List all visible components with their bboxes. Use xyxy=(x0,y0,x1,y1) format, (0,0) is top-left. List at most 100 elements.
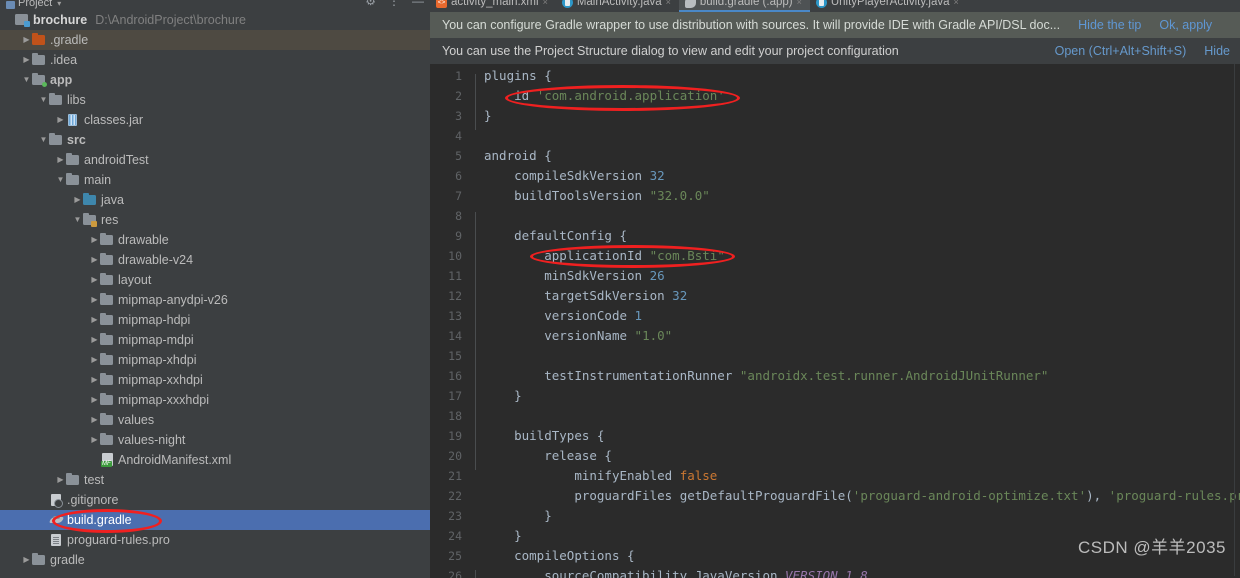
tree-item-gitignore[interactable]: .gitignore xyxy=(0,490,430,510)
chevron-right-icon[interactable]: ▶ xyxy=(55,470,66,490)
editor-area[interactable]: activity_main.xml×MainActivity.java×buil… xyxy=(430,0,1240,578)
tree-item-build-gradle[interactable]: build.gradle xyxy=(0,510,430,530)
chevron-down-icon[interactable]: ▼ xyxy=(21,70,32,90)
close-icon[interactable]: × xyxy=(797,0,802,8)
tree-item-layout[interactable]: ▶ layout xyxy=(0,270,430,290)
tree-item-values[interactable]: ▶ values xyxy=(0,410,430,430)
chevron-right-icon[interactable]: ▶ xyxy=(89,430,100,450)
code-line[interactable] xyxy=(482,406,1240,426)
code-line[interactable]: compileSdkVersion 32 xyxy=(482,166,1240,186)
chevron-right-icon[interactable]: ▶ xyxy=(89,230,100,250)
code-line[interactable]: buildToolsVersion "32.0.0" xyxy=(482,186,1240,206)
code-line[interactable]: buildTypes { xyxy=(482,426,1240,446)
tree-item-java[interactable]: ▶ java xyxy=(0,190,430,210)
code-line[interactable]: release { xyxy=(482,446,1240,466)
code-line[interactable]: minifyEnabled false xyxy=(482,466,1240,486)
tree-item-mipmap-hdpi[interactable]: ▶ mipmap-hdpi xyxy=(0,310,430,330)
hide-the-tip-link[interactable]: Hide the tip xyxy=(1078,18,1141,32)
chevron-right-icon[interactable]: ▶ xyxy=(89,250,100,270)
hide-icon[interactable]: — xyxy=(412,0,424,7)
code-editor[interactable]: 1 2 3 4 5 6 7 8 9 10 11 12 13 14 15 16 17 18 19 20 21 22 23 24 2… xyxy=(430,64,1240,578)
editor-tab-mainactivity-java[interactable]: MainActivity.java × xyxy=(556,0,679,12)
code-line[interactable]: defaultConfig { xyxy=(482,226,1240,246)
chevron-right-icon[interactable]: ▶ xyxy=(55,110,66,130)
chevron-down-icon[interactable]: ▼ xyxy=(72,210,83,230)
tree-item-androidmanifest-xml[interactable]: AndroidManifest.xml xyxy=(0,450,430,470)
chevron-right-icon[interactable]: ▶ xyxy=(21,30,32,50)
tree-item-mipmap-xxxhdpi[interactable]: ▶ mipmap-xxxhdpi xyxy=(0,390,430,410)
code-line[interactable]: proguardFiles getDefaultProguardFile('pr… xyxy=(482,486,1240,506)
code-line[interactable] xyxy=(482,126,1240,146)
tree-root-brochure[interactable]: brochure D:\AndroidProject\brochure xyxy=(0,10,430,30)
code-line[interactable]: } xyxy=(482,386,1240,406)
hide-banner-link[interactable]: Hide xyxy=(1204,44,1230,58)
code-line[interactable]: } xyxy=(482,506,1240,526)
settings-icon[interactable]: ⚙ xyxy=(365,0,376,7)
tree-item-main[interactable]: ▼ main xyxy=(0,170,430,190)
code-line[interactable] xyxy=(482,346,1240,366)
tree-item-mipmap-anydpi-v26[interactable]: ▶ mipmap-anydpi-v26 xyxy=(0,290,430,310)
code-line[interactable]: plugins { xyxy=(482,66,1240,86)
chevron-down-icon[interactable]: ▾ xyxy=(57,0,61,8)
tree-item-src[interactable]: ▼ src xyxy=(0,130,430,150)
chevron-right-icon[interactable]: ▶ xyxy=(89,270,100,290)
tree-item-mipmap-mdpi[interactable]: ▶ mipmap-mdpi xyxy=(0,330,430,350)
chevron-right-icon[interactable]: ▶ xyxy=(89,310,100,330)
collapse-all-icon[interactable]: ⋮ xyxy=(388,0,400,7)
chevron-down-icon[interactable]: ▼ xyxy=(38,130,49,150)
tree-item-gradle[interactable]: ▶ gradle xyxy=(0,550,430,570)
code-line[interactable]: testInstrumentationRunner "androidx.test… xyxy=(482,366,1240,386)
code-line[interactable]: versionName "1.0" xyxy=(482,326,1240,346)
code-line[interactable]: } xyxy=(482,106,1240,126)
tree-item-drawable-v24[interactable]: ▶ drawable-v24 xyxy=(0,250,430,270)
tree-item-test[interactable]: ▶ test xyxy=(0,470,430,490)
line-number: 24 xyxy=(448,529,462,543)
code-content[interactable]: plugins { id 'com.android.application'} a… xyxy=(482,64,1240,578)
chevron-right-icon[interactable]: ▶ xyxy=(21,550,32,570)
chevron-right-icon[interactable]: ▶ xyxy=(72,190,83,210)
tree-item-values-night[interactable]: ▶ values-night xyxy=(0,430,430,450)
tool-window-actions[interactable]: ⚙ ⋮ — xyxy=(365,0,424,7)
code-line[interactable]: targetSdkVersion 32 xyxy=(482,286,1240,306)
tree-item-libs[interactable]: ▼ libs xyxy=(0,90,430,110)
project-tree[interactable]: ▶ .gradle ▶ .idea ▼ app ▼ libs ▶ classes.jar ▼ src ▶… xyxy=(0,30,430,570)
project-tool-window[interactable]: Project ▾ ⚙ ⋮ — brochure D:\AndroidProjec… xyxy=(0,0,430,578)
close-icon[interactable]: × xyxy=(543,0,548,8)
tree-item-mipmap-xxhdpi[interactable]: ▶ mipmap-xxhdpi xyxy=(0,370,430,390)
chevron-right-icon[interactable]: ▶ xyxy=(89,330,100,350)
chevron-down-icon[interactable]: ▼ xyxy=(55,170,66,190)
tree-item-proguard-rules-pro[interactable]: proguard-rules.pro xyxy=(0,530,430,550)
open-project-structure-link[interactable]: Open (Ctrl+Alt+Shift+S) xyxy=(1055,44,1187,58)
editor-tab-unityplayeractivity-java[interactable]: UnityPlayerActivity.java × xyxy=(810,0,967,12)
tree-item-androidtest[interactable]: ▶ androidTest xyxy=(0,150,430,170)
close-icon[interactable]: × xyxy=(666,0,671,8)
chevron-right-icon[interactable]: ▶ xyxy=(89,370,100,390)
close-icon[interactable]: × xyxy=(954,0,959,8)
tree-item-mipmap-xhdpi[interactable]: ▶ mipmap-xhdpi xyxy=(0,350,430,370)
chevron-right-icon[interactable]: ▶ xyxy=(21,50,32,70)
chevron-right-icon[interactable]: ▶ xyxy=(55,150,66,170)
code-line[interactable]: sourceCompatibility JavaVersion.VERSION_… xyxy=(482,566,1240,578)
tree-item-drawable[interactable]: ▶ drawable xyxy=(0,230,430,250)
code-line[interactable]: versionCode 1 xyxy=(482,306,1240,326)
tree-item-idea[interactable]: ▶ .idea xyxy=(0,50,430,70)
tree-item-app[interactable]: ▼ app xyxy=(0,70,430,90)
code-line[interactable] xyxy=(482,206,1240,226)
code-folding-gutter[interactable]: − −− −− − xyxy=(468,64,482,578)
code-line[interactable]: minSdkVersion 26 xyxy=(482,266,1240,286)
code-line[interactable]: android { xyxy=(482,146,1240,166)
chevron-right-icon[interactable]: ▶ xyxy=(89,410,100,430)
tree-item-classes-jar[interactable]: ▶ classes.jar xyxy=(0,110,430,130)
chevron-right-icon[interactable]: ▶ xyxy=(89,390,100,410)
chevron-down-icon[interactable]: ▼ xyxy=(38,90,49,110)
tree-item-res[interactable]: ▼ res xyxy=(0,210,430,230)
chevron-right-icon[interactable]: ▶ xyxy=(89,350,100,370)
code-line[interactable]: id 'com.android.application' xyxy=(482,86,1240,106)
code-line[interactable]: applicationId "com.Bsti" xyxy=(482,246,1240,266)
ok-apply-link[interactable]: Ok, apply xyxy=(1159,18,1212,32)
chevron-right-icon[interactable]: ▶ xyxy=(89,290,100,310)
editor-tab-bar[interactable]: activity_main.xml×MainActivity.java×buil… xyxy=(430,0,1240,12)
editor-tab-activity-main-xml[interactable]: activity_main.xml × xyxy=(430,0,556,12)
tree-item-gradle[interactable]: ▶ .gradle xyxy=(0,30,430,50)
editor-tab-build-gradle-app[interactable]: build.gradle (:app) × xyxy=(678,0,810,12)
